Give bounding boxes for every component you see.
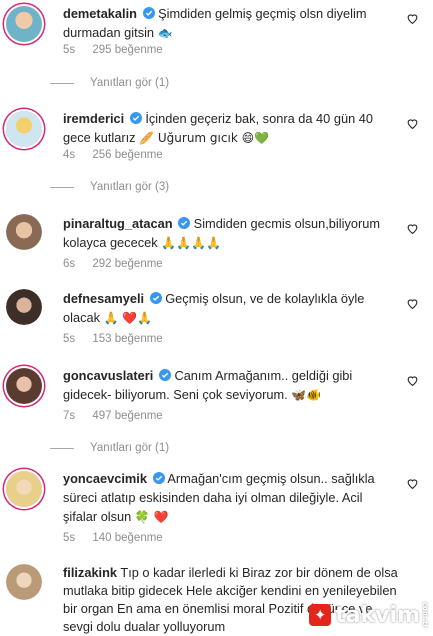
heart-icon[interactable] [406,374,419,387]
like-count[interactable]: 497 beğenme [92,410,162,422]
timestamp: 7s [63,410,76,422]
verified-badge-icon [149,292,162,304]
username[interactable]: demetakalin [63,6,137,21]
username[interactable]: yoncaevcimik [63,471,147,486]
divider [50,447,74,449]
comment-emoji: 🦋🐠 [291,388,322,402]
takvim-logo-icon: ✦ [309,604,332,627]
timestamp: 6s [63,258,76,270]
view-replies-label: Yanıtları gör (1) [90,442,170,454]
comment-text: goncavuslateri Canım Armağanım.. geldiği… [63,366,393,405]
view-replies-button[interactable]: Yanıtları gör (1) [50,77,169,89]
verified-badge-icon [142,7,155,19]
comment-text: pinaraltug_atacan Simdiden gecmis olsun,… [63,214,393,253]
view-replies-label: Yanıtları gör (1) [90,77,170,89]
watermark-suffix: com.tr [421,602,429,628]
like-count[interactable]: 292 beğenme [92,258,162,270]
divider [50,186,74,188]
verified-badge-icon [129,112,142,124]
timestamp: 5s [63,333,76,345]
timestamp: 5s [63,44,76,56]
heart-icon[interactable] [406,477,419,490]
avatar[interactable] [6,471,42,507]
avatar[interactable] [6,214,42,250]
view-replies-button[interactable]: Yanıtları gör (3) [50,181,169,193]
username[interactable]: goncavuslateri [63,368,153,383]
avatar[interactable] [6,564,42,600]
username[interactable]: pinaraltug_atacan [63,216,173,231]
verified-badge-icon [152,472,165,484]
like-count[interactable]: 295 beğenme [92,44,162,56]
like-count[interactable]: 256 beğenme [92,149,162,161]
username[interactable]: iremderici [63,111,124,126]
comment-meta: 5s 153 beğenme [63,333,177,345]
comment-text: iremderici İçinden geçeriz bak, sonra da… [63,109,393,148]
view-replies-label: Yanıtları gör (3) [90,181,170,193]
heart-icon[interactable] [406,297,419,310]
comment-meta: 6s 292 beğenme [63,258,177,270]
verified-badge-icon [158,369,171,381]
comment-emoji: 🙏🙏🙏🙏 [161,236,221,250]
comment-emoji: 🐟 [157,26,173,40]
username[interactable]: defnesamyeli [63,291,144,306]
avatar[interactable] [6,289,42,325]
heart-icon[interactable] [406,12,419,25]
timestamp: 5s [63,532,76,544]
timestamp: 4s [63,149,76,161]
comment-emoji: 🥖 Uğurum gıcık 😄💚 [139,131,270,145]
like-count[interactable]: 153 beğenme [92,333,162,345]
username[interactable]: filizakink [63,565,117,580]
heart-icon[interactable] [406,117,419,130]
comment-meta: 5s 140 beğenme [63,532,177,544]
like-count[interactable]: 140 beğenme [92,532,162,544]
comment-text: demetakalin Şimdiden gelmiş geçmiş olsn … [63,4,393,43]
avatar[interactable] [6,111,42,147]
comment-emoji: 🍀 ❤️ [134,510,169,524]
avatar[interactable] [6,6,42,42]
avatar[interactable] [6,368,42,404]
watermark-text: takvim [335,602,420,628]
verified-badge-icon [178,217,191,229]
comment-text: yoncaevcimik Armağan'cım geçmiş olsun.. … [63,469,393,527]
comment-text: defnesamyeli Geçmiş olsun, ve de kolaylı… [63,289,393,328]
comment-emoji: 🙏 ❤️🙏 [103,311,153,325]
divider [50,82,74,84]
comment-meta: 7s 497 beğenme [63,410,177,422]
heart-icon[interactable] [406,222,419,235]
takvim-watermark: ✦ takvim com.tr [309,602,429,628]
view-replies-button[interactable]: Yanıtları gör (1) [50,442,169,454]
comment-meta: 5s 295 beğenme [63,44,177,56]
comment-meta: 4s 256 beğenme [63,149,177,161]
